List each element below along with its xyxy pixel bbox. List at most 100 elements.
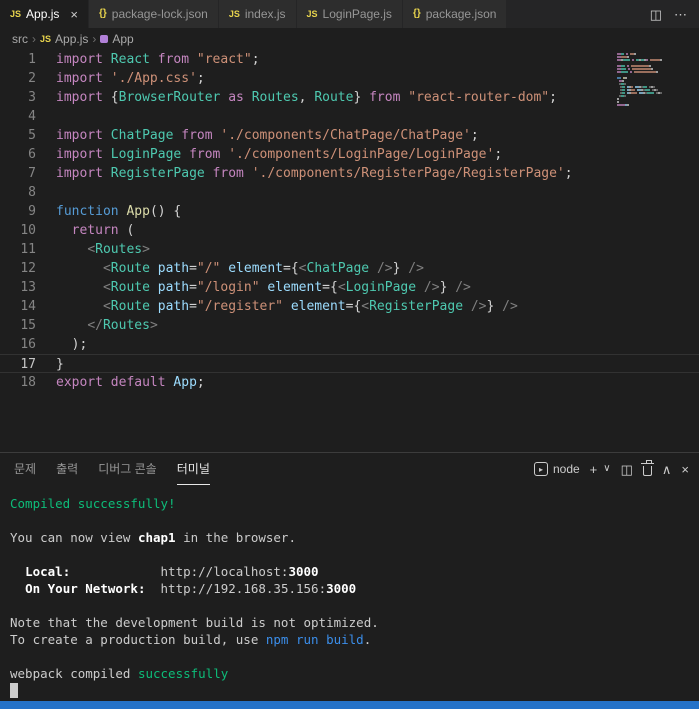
line-number: 1 — [28, 52, 36, 67]
tab-bar: JS App.js ×{} package-lock.json JS index.js JS… — [0, 0, 699, 28]
editor-lines: 1 import React from "react"; 2 import './Ap… — [0, 50, 699, 392]
code-line[interactable]: 8 — [0, 183, 699, 202]
panel-tab-문제[interactable]: 문제 — [14, 453, 36, 485]
shell-badge[interactable]: ▸ node — [533, 462, 580, 476]
tab-App.js[interactable]: JS App.js × — [0, 0, 89, 28]
maximize-panel-button[interactable]: ∧ — [662, 463, 672, 476]
line-number: 13 — [20, 280, 36, 295]
line-number: 2 — [28, 71, 36, 86]
tab-label: LoginPage.js — [322, 7, 392, 21]
code-line[interactable]: 10 return ( — [0, 221, 699, 240]
terminal-line: On Your Network: http://192.168.35.156:3… — [25, 581, 357, 596]
tab-label: package.json — [425, 7, 497, 21]
panel-header: 문제 출력 디버그 콘솔 터미널 ▸ node + ∨ ◫ ∧ × — [0, 453, 699, 485]
line-number: 10 — [20, 223, 36, 238]
line-number: 16 — [20, 337, 36, 352]
code-text: import ChatPage from './components/ChatP… — [56, 128, 479, 143]
tab-close-icon[interactable]: × — [70, 7, 78, 22]
js-file-icon: JS — [228, 8, 240, 19]
kill-terminal-button[interactable] — [640, 460, 654, 476]
split-terminal-button[interactable]: ◫ — [621, 463, 633, 476]
breadcrumb-item-App[interactable]: App — [100, 32, 134, 46]
terminal-profile-dropdown[interactable]: ∨ — [603, 464, 610, 474]
tab-package.json[interactable]: {} package.json — [402, 0, 508, 28]
line-number: 4 — [28, 109, 36, 124]
code-text: import {BrowserRouter as Routes, Route} … — [56, 90, 557, 105]
line-number: 8 — [28, 185, 36, 200]
editor: 1 import React from "react"; 2 import './Ap… — [0, 50, 699, 452]
minimap[interactable] — [617, 53, 687, 107]
terminal-icon: ▸ — [533, 462, 548, 476]
symbol-function-icon — [100, 35, 109, 43]
shell-label: node — [552, 462, 580, 476]
json-file-icon: {} — [98, 8, 107, 19]
code-text: } — [56, 357, 64, 372]
breadcrumb-item-src[interactable]: src — [12, 32, 28, 46]
terminal-line: Local: http://localhost:3000 — [25, 564, 319, 579]
code-line[interactable]: 14 <Route path="/register" element={<Reg… — [0, 297, 699, 316]
code-line[interactable]: 4 — [0, 107, 699, 126]
code-text: function App() { — [56, 204, 182, 219]
status-bar — [0, 701, 699, 709]
terminal-toolbar: ▸ node + ∨ ◫ ∧ × — [533, 460, 689, 476]
code-line[interactable]: 1 import React from "react"; — [0, 50, 699, 69]
code-line[interactable]: 17} — [0, 354, 699, 373]
line-number: 9 — [28, 204, 36, 219]
panel-tab-디버그 콘솔[interactable]: 디버그 콘솔 — [98, 453, 157, 485]
code-line[interactable]: 11 <Routes> — [0, 240, 699, 259]
tab-LoginPage.js[interactable]: JS LoginPage.js — [296, 0, 403, 28]
code-text: import React from "react"; — [56, 52, 260, 67]
json-file-icon: {} — [412, 8, 421, 19]
js-file-icon: JS — [10, 8, 22, 19]
line-number: 11 — [20, 242, 36, 257]
line-number: 18 — [20, 375, 36, 390]
tab-package-lock.json[interactable]: {} package-lock.json — [88, 0, 219, 28]
more-actions-button[interactable]: ⋯ — [674, 8, 687, 21]
terminal-line: Note that the development build is not o… — [10, 615, 379, 630]
breadcrumb: src › JS App.js › App — [0, 28, 699, 50]
tab-index.js[interactable]: JS index.js — [218, 0, 297, 28]
breadcrumb-label: src — [12, 32, 28, 46]
line-number: 3 — [28, 90, 36, 105]
code-text: <Route path="/register" element={<Regist… — [102, 299, 518, 314]
terminal-line: You can now view chap1 in the browser. — [10, 530, 296, 545]
editor-actions: ◫ ⋯ — [638, 0, 699, 28]
line-number: 14 — [20, 299, 36, 314]
close-panel-button[interactable]: × — [681, 463, 689, 476]
tab-label: package-lock.json — [111, 7, 208, 21]
terminal[interactable]: Compiled successfully! You can now view … — [0, 485, 699, 701]
js-file-icon: JS — [40, 33, 52, 44]
code-line[interactable]: 16 ); — [0, 335, 699, 354]
code-line[interactable]: 12 <Route path="/" element={<ChatPage />… — [0, 259, 699, 278]
panel-tab-출력[interactable]: 출력 — [56, 453, 78, 485]
code-line[interactable]: 2 import './App.css'; — [0, 69, 699, 88]
panel-tab-터미널[interactable]: 터미널 — [176, 453, 210, 485]
split-editor-button[interactable]: ◫ — [650, 8, 662, 21]
line-number: 15 — [20, 318, 36, 333]
code-line[interactable]: 9 function App() { — [0, 202, 699, 221]
breadcrumb-item-App.js[interactable]: JS App.js — [40, 32, 88, 46]
code-line[interactable]: 18 export default App; — [0, 373, 699, 392]
code-text: export default App; — [56, 375, 205, 390]
code-text: import './App.css'; — [56, 71, 205, 86]
panel: 문제 출력 디버그 콘솔 터미널 ▸ node + ∨ ◫ ∧ × Compiled … — [0, 452, 699, 701]
code-line[interactable]: 3 import {BrowserRouter as Routes, Route}… — [0, 88, 699, 107]
js-file-icon: JS — [306, 8, 318, 19]
code-line[interactable]: 5 import ChatPage from './components/Chat… — [0, 126, 699, 145]
line-number: 12 — [20, 261, 36, 276]
terminal-line — [10, 682, 699, 699]
vscode-window: JS App.js ×{} package-lock.json JS index.js JS… — [0, 0, 699, 709]
new-terminal-button[interactable]: + — [590, 463, 598, 476]
code-line[interactable]: 13 <Route path="/login" element={<LoginP… — [0, 278, 699, 297]
tab-label: App.js — [26, 7, 60, 21]
terminal-line: webpack compiled successfully — [10, 666, 229, 681]
code-line[interactable]: 15 </Routes> — [0, 316, 699, 335]
code-line[interactable]: 7 import RegisterPage from './components/… — [0, 164, 699, 183]
code-line[interactable]: 6 import LoginPage from './components/Log… — [0, 145, 699, 164]
terminal-line: Compiled successfully! — [10, 496, 176, 511]
